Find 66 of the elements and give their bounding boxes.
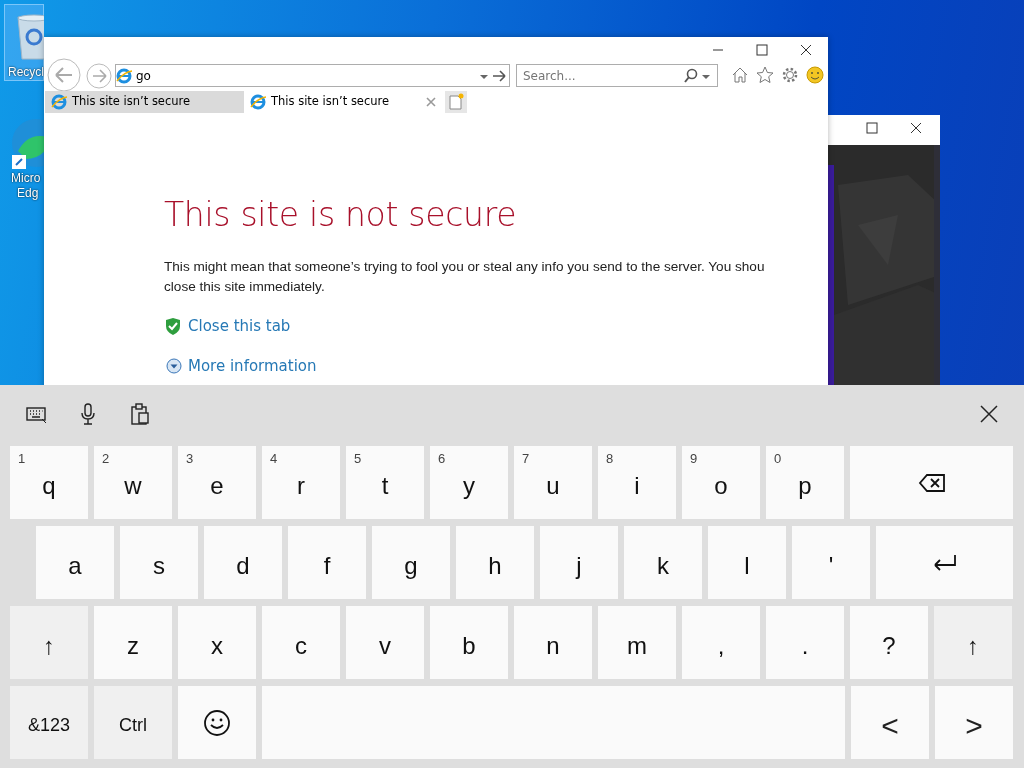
key[interactable]: ?	[850, 606, 928, 679]
ie-icon	[250, 94, 266, 110]
icon-label: Micro	[11, 171, 41, 186]
body-text: close this site immediately.	[164, 278, 326, 297]
key[interactable]: n	[514, 606, 592, 679]
key[interactable]: 7 u	[514, 446, 592, 519]
shift-key[interactable]: ↑	[934, 606, 1012, 679]
key[interactable]: k	[624, 526, 702, 599]
key[interactable]: 2 w	[94, 446, 172, 519]
back-button[interactable]	[47, 58, 81, 92]
search-box[interactable]: Search...	[516, 64, 718, 87]
clipboard-icon[interactable]	[128, 402, 152, 426]
address-bar[interactable]: go	[115, 64, 510, 87]
go-arrow-icon[interactable]	[491, 68, 509, 83]
key[interactable]: v	[346, 606, 424, 679]
key[interactable]: 9 o	[682, 446, 760, 519]
key[interactable]: Ctrl	[94, 686, 172, 759]
key[interactable]: 8 i	[598, 446, 676, 519]
key[interactable]: 6 y	[430, 446, 508, 519]
key[interactable]: z	[94, 606, 172, 679]
star-icon[interactable]	[755, 65, 775, 85]
arrow-key[interactable]: >	[935, 686, 1013, 759]
expand-icon	[166, 358, 182, 375]
key[interactable]: j	[540, 526, 618, 599]
key[interactable]: 5 t	[346, 446, 424, 519]
smiley-icon[interactable]	[805, 65, 825, 85]
close-tab-icon[interactable]	[425, 96, 437, 108]
smiley-key[interactable]	[178, 686, 256, 759]
key[interactable]: m	[598, 606, 676, 679]
browser-tab[interactable]: This site isn’t secure	[45, 91, 244, 113]
icon-label: Edg	[17, 186, 39, 201]
key[interactable]: .	[766, 606, 844, 679]
new-tab-icon[interactable]	[445, 91, 467, 113]
key[interactable]: &123	[10, 686, 88, 759]
key[interactable]: x	[178, 606, 256, 679]
key[interactable]: b	[430, 606, 508, 679]
ie-icon	[51, 94, 67, 110]
key[interactable]: 3 e	[178, 446, 256, 519]
key[interactable]: c	[262, 606, 340, 679]
search-icon[interactable]	[683, 67, 699, 84]
key[interactable]: h	[456, 526, 534, 599]
home-icon[interactable]	[730, 65, 750, 85]
shift-key[interactable]: ↑	[10, 606, 88, 679]
close-icon[interactable]	[979, 404, 999, 424]
arrow-key[interactable]: <	[851, 686, 929, 759]
page-heading: This site is not secure	[164, 197, 518, 234]
smiley-icon	[203, 708, 231, 737]
key[interactable]: d	[204, 526, 282, 599]
key[interactable]: 1 q	[10, 446, 88, 519]
ie-icon	[116, 67, 134, 84]
key[interactable]: l	[708, 526, 786, 599]
link[interactable]: More information	[166, 355, 317, 378]
key[interactable]: g	[372, 526, 450, 599]
settings-icon[interactable]	[780, 65, 800, 85]
key[interactable]: f	[288, 526, 366, 599]
key[interactable]: ,	[682, 606, 760, 679]
key[interactable]: 4 r	[262, 446, 340, 519]
link[interactable]: Close this tab	[164, 315, 291, 338]
key[interactable]: a	[36, 526, 114, 599]
key[interactable]: '	[792, 526, 870, 599]
forward-button[interactable]	[86, 63, 112, 89]
icon-label: Recycl	[8, 65, 44, 80]
shield-icon	[164, 317, 182, 337]
key[interactable]: 0 p	[766, 446, 844, 519]
key[interactable]: s	[120, 526, 198, 599]
body-text: This might mean that someone’s trying to fool you or steal any info you send to the server. You shou	[164, 258, 765, 277]
